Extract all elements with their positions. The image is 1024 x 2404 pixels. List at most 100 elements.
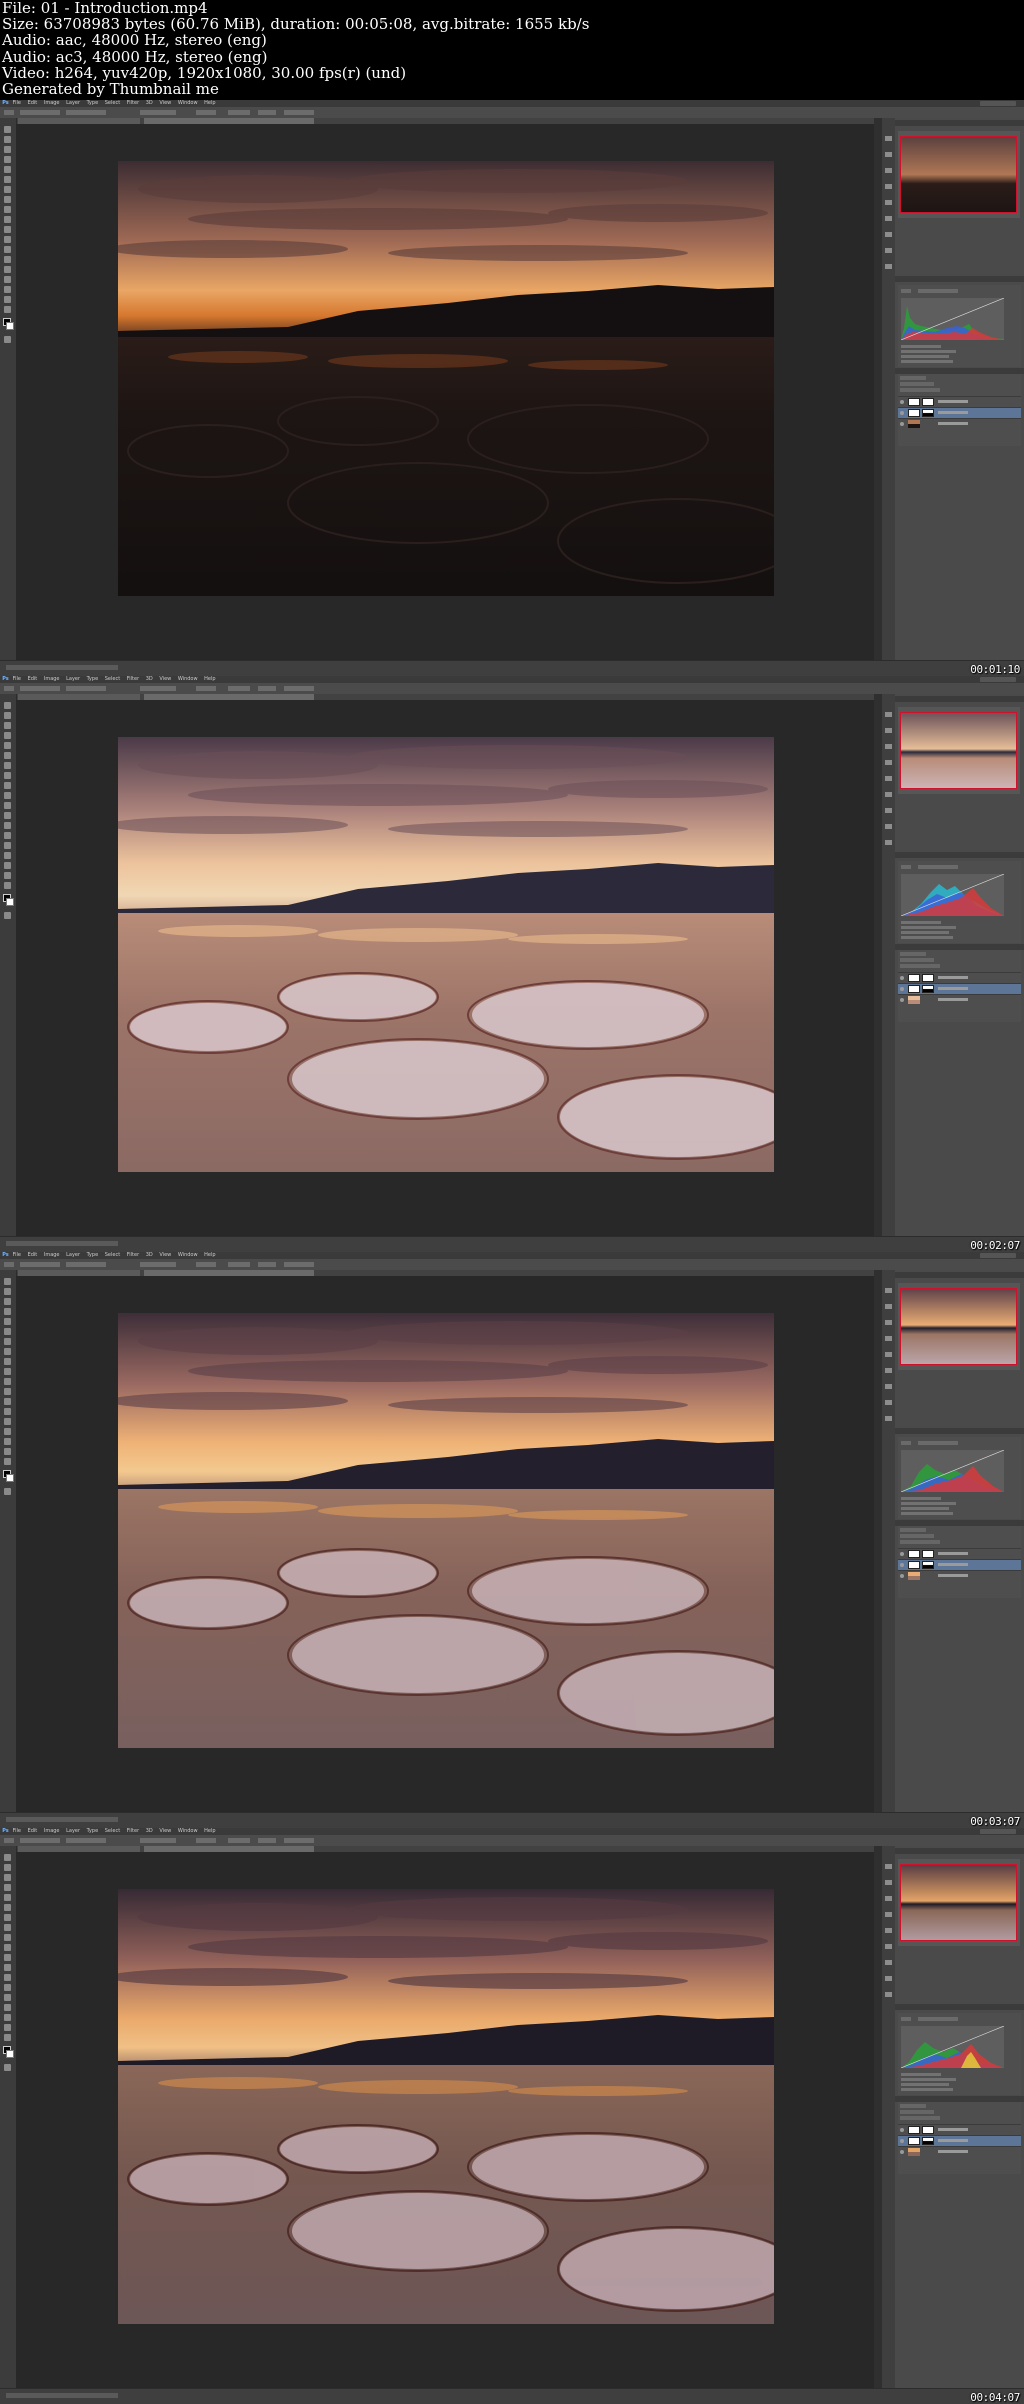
eyedropper-tool-icon[interactable] xyxy=(4,176,11,183)
color-panel-icon[interactable] xyxy=(885,760,892,765)
history-panel-icon[interactable] xyxy=(885,712,892,717)
navigator-view-box[interactable] xyxy=(900,1864,1017,1941)
lasso-tool-icon[interactable] xyxy=(4,1298,11,1305)
curves-histogram[interactable] xyxy=(901,2026,1004,2068)
navigator-thumbnail[interactable] xyxy=(898,131,1020,218)
quick-select-tool-icon[interactable] xyxy=(4,1884,11,1891)
path-select-tool-icon[interactable] xyxy=(4,1428,11,1435)
menu-edit[interactable]: Edit xyxy=(28,676,38,683)
brush-tool-icon[interactable] xyxy=(4,1924,11,1931)
properties-panel-header[interactable] xyxy=(895,276,1024,282)
brush-panel-icon[interactable] xyxy=(885,1960,892,1965)
menu-image[interactable]: Image xyxy=(44,1252,60,1259)
eye-icon[interactable] xyxy=(900,411,904,415)
layer-row-selected[interactable] xyxy=(898,2135,1021,2146)
move-tool-icon[interactable] xyxy=(4,126,11,133)
paragraph-panel-icon[interactable] xyxy=(885,1976,892,1981)
photo-canvas[interactable] xyxy=(118,161,774,596)
lock-controls[interactable] xyxy=(900,1540,940,1544)
preset-dropdown[interactable] xyxy=(918,289,958,293)
eye-icon[interactable] xyxy=(900,2128,904,2132)
menu-view[interactable]: View xyxy=(159,676,171,683)
paragraph-panel-icon[interactable] xyxy=(885,248,892,253)
transparency-checkbox[interactable] xyxy=(284,1838,314,1843)
menu-select[interactable]: Select xyxy=(105,1252,120,1259)
crop-tool-icon[interactable] xyxy=(4,1894,11,1901)
navigator-panel-header[interactable] xyxy=(895,1848,1024,1854)
eye-icon[interactable] xyxy=(900,976,904,980)
menu-select[interactable]: Select xyxy=(105,676,120,683)
tool-preset-picker[interactable] xyxy=(4,1262,14,1267)
eyedropper-tool-icon[interactable] xyxy=(4,1904,11,1911)
swatches-panel-icon[interactable] xyxy=(885,1928,892,1933)
layer-row-selected[interactable] xyxy=(898,983,1021,994)
gradient-type-buttons[interactable] xyxy=(66,110,106,115)
hand-tool-icon[interactable] xyxy=(4,2024,11,2031)
navigator-view-box[interactable] xyxy=(900,136,1017,213)
zoom-and-doc-info[interactable] xyxy=(6,1817,118,1822)
brush-tool-icon[interactable] xyxy=(4,772,11,779)
vertical-scrollbar[interactable] xyxy=(874,1270,882,1812)
healing-tool-icon[interactable] xyxy=(4,762,11,769)
history-brush-tool-icon[interactable] xyxy=(4,216,11,223)
menu-view[interactable]: View xyxy=(159,100,171,107)
mode-dropdown[interactable] xyxy=(140,1838,176,1843)
layer-row-selected[interactable] xyxy=(898,407,1021,418)
menu-file[interactable]: File xyxy=(13,100,21,107)
clone-stamp-tool-icon[interactable] xyxy=(4,1358,11,1365)
eraser-tool-icon[interactable] xyxy=(4,226,11,233)
gradient-tool-icon[interactable] xyxy=(4,1388,11,1395)
lasso-tool-icon[interactable] xyxy=(4,722,11,729)
menu-help[interactable]: Help xyxy=(204,676,215,683)
photo-canvas[interactable] xyxy=(118,1313,774,1748)
menu-type[interactable]: Type xyxy=(87,1828,98,1835)
menu-file[interactable]: File xyxy=(13,1252,21,1259)
workspace-switcher[interactable] xyxy=(980,1253,1016,1258)
shape-tool-icon[interactable] xyxy=(4,862,11,869)
marquee-tool-icon[interactable] xyxy=(4,712,11,719)
mode-dropdown[interactable] xyxy=(140,1262,176,1267)
gradient-picker[interactable] xyxy=(20,110,60,115)
menu-image[interactable]: Image xyxy=(44,676,60,683)
history-brush-tool-icon[interactable] xyxy=(4,1944,11,1951)
menu-help[interactable]: Help xyxy=(204,100,215,107)
eyedropper-tool-icon[interactable] xyxy=(4,752,11,759)
background-color-swatch[interactable] xyxy=(6,2050,14,2058)
zoom-tool-icon[interactable] xyxy=(4,2034,11,2041)
brush-tool-icon[interactable] xyxy=(4,196,11,203)
eyedropper-tool-icon[interactable] xyxy=(4,1328,11,1335)
menu-layer[interactable]: Layer xyxy=(66,676,80,683)
dodge-tool-icon[interactable] xyxy=(4,1398,11,1405)
info-panel-icon[interactable] xyxy=(885,1896,892,1901)
menu-edit[interactable]: Edit xyxy=(28,1828,38,1835)
properties-panel-header[interactable] xyxy=(895,1428,1024,1434)
path-select-tool-icon[interactable] xyxy=(4,852,11,859)
preset-dropdown[interactable] xyxy=(918,1441,958,1445)
zoom-and-doc-info[interactable] xyxy=(6,2393,118,2398)
shape-tool-icon[interactable] xyxy=(4,286,11,293)
menu-type[interactable]: Type xyxy=(87,676,98,683)
navigator-thumbnail[interactable] xyxy=(898,1283,1020,1370)
shape-tool-icon[interactable] xyxy=(4,1438,11,1445)
paragraph-panel-icon[interactable] xyxy=(885,1400,892,1405)
brush-panel-icon[interactable] xyxy=(885,1384,892,1389)
history-brush-tool-icon[interactable] xyxy=(4,792,11,799)
layer-row[interactable] xyxy=(898,396,1021,407)
quick-mask-icon[interactable] xyxy=(4,336,11,343)
dither-checkbox[interactable] xyxy=(258,110,276,115)
transparency-checkbox[interactable] xyxy=(284,686,314,691)
background-layer-row[interactable] xyxy=(898,2146,1021,2157)
quick-mask-icon[interactable] xyxy=(4,1488,11,1495)
marquee-tool-icon[interactable] xyxy=(4,1864,11,1871)
workspace-switcher[interactable] xyxy=(980,1829,1016,1834)
hand-tool-icon[interactable] xyxy=(4,296,11,303)
swatches-panel-icon[interactable] xyxy=(885,1352,892,1357)
color-panel-icon[interactable] xyxy=(885,1912,892,1917)
menu-filter[interactable]: Filter xyxy=(127,1252,139,1259)
curves-histogram[interactable] xyxy=(901,874,1004,916)
blend-mode-dropdown[interactable] xyxy=(900,382,934,386)
navigator-view-box[interactable] xyxy=(900,1288,1017,1365)
hand-tool-icon[interactable] xyxy=(4,1448,11,1455)
gradient-tool-icon[interactable] xyxy=(4,236,11,243)
gradient-tool-icon[interactable] xyxy=(4,812,11,819)
